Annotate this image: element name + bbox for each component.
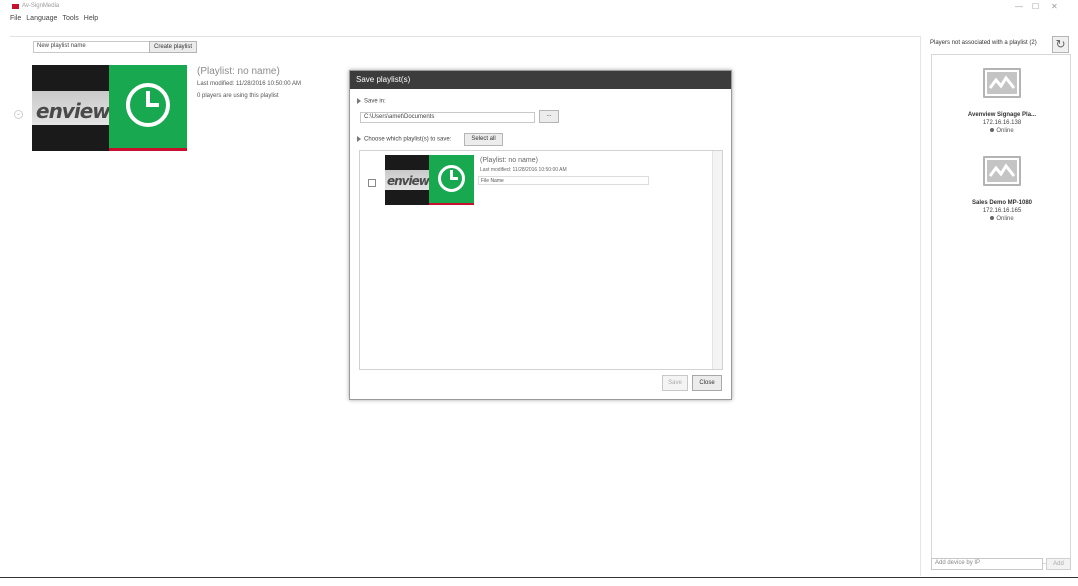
window-bottom-border xyxy=(0,577,1078,578)
status-dot-icon xyxy=(990,128,995,133)
player-item[interactable]: Sales Demo MP-1080 172.16.16.165 Online xyxy=(932,155,1072,255)
save-path-input[interactable]: C:\Users\amet\Documents xyxy=(360,112,535,123)
row-last-modified: Last modified: 11/28/2016 10:50:00 AM xyxy=(480,167,567,173)
create-playlist-button[interactable]: Create playlist xyxy=(149,41,197,53)
player-status: Online xyxy=(932,216,1072,222)
playlist-players-count: 0 players are using this playlist xyxy=(197,93,279,99)
expand-triangle-icon xyxy=(357,98,361,104)
add-device-ip-input[interactable]: Add device by IP xyxy=(931,558,1043,570)
choose-playlists-text: Choose which playlist(s) to save: xyxy=(364,136,452,143)
playlist-thumbnail[interactable]: enview xyxy=(32,65,187,151)
player-name: Avenview Signage Pla... xyxy=(967,112,1037,118)
status-dot-icon xyxy=(990,216,995,221)
app-title: Av-SignMedia xyxy=(22,3,60,9)
thumbnail-brand-text: enview xyxy=(36,99,111,123)
maximize-icon[interactable]: ☐ xyxy=(1032,2,1039,11)
media-player-icon xyxy=(983,68,1021,98)
menu-file[interactable]: File xyxy=(10,15,21,27)
player-ip: 172.16.16.138 xyxy=(982,120,1022,126)
playlist-select-list: enview (Playlist: no name) Last modified… xyxy=(359,150,723,370)
player-ip: 172.16.16.165 xyxy=(982,208,1022,214)
row-playlist-name: (Playlist: no name) xyxy=(480,157,538,164)
thumbnail-brand-text: enview xyxy=(387,174,430,188)
menu-language[interactable]: Language xyxy=(26,15,57,27)
choose-playlists-label[interactable]: Choose which playlist(s) to save: xyxy=(357,136,451,143)
close-dialog-button[interactable]: Close xyxy=(692,375,722,391)
close-window-icon[interactable]: ✕ xyxy=(1051,2,1058,11)
row-playlist-thumbnail: enview xyxy=(385,155,474,205)
select-all-button[interactable]: Select all xyxy=(464,133,503,146)
playlist-last-modified: Last modified: 11/28/2016 10:50:00 AM xyxy=(197,81,301,87)
save-in-label[interactable]: Save in: xyxy=(357,98,386,105)
media-player-icon xyxy=(983,156,1021,186)
player-status-text: Online xyxy=(996,216,1014,222)
file-name-input[interactable]: File Name xyxy=(478,176,649,185)
expand-chevron-icon[interactable]: ⌄ xyxy=(14,110,23,119)
players-list: Avenview Signage Pla... 172.16.16.138 On… xyxy=(931,54,1071,564)
save-playlists-dialog: Save playlist(s) Save in: C:\Users\amet\… xyxy=(349,70,732,400)
app-window: Av-SignMedia — ☐ ✕ File Language Tools H… xyxy=(0,0,1078,586)
minimize-icon[interactable]: — xyxy=(1015,2,1023,11)
clock-hand-icon xyxy=(146,103,159,107)
dialog-title: Save playlist(s) xyxy=(350,71,731,89)
new-playlist-name-input[interactable]: New playlist name xyxy=(33,41,154,53)
browse-button[interactable]: ... xyxy=(539,110,559,123)
player-name: Sales Demo MP-1080 xyxy=(971,200,1033,206)
title-bar: Av-SignMedia — ☐ ✕ xyxy=(0,0,1078,14)
menu-help[interactable]: Help xyxy=(84,15,98,27)
expand-triangle-icon xyxy=(357,136,361,142)
thumbnail-clock-panel xyxy=(429,155,474,205)
save-in-text: Save in: xyxy=(364,98,386,105)
playlist-name: (Playlist: no name) xyxy=(197,66,280,77)
player-status-text: Online xyxy=(996,128,1014,134)
player-status: Online xyxy=(932,128,1072,134)
player-item[interactable]: Avenview Signage Pla... 172.16.16.138 On… xyxy=(932,55,1072,155)
save-button[interactable]: Save xyxy=(662,375,688,391)
menu-tools[interactable]: Tools xyxy=(62,15,78,27)
unassigned-players-pane: Players not associated with a playlist (… xyxy=(926,36,1075,576)
add-device-button[interactable]: Add xyxy=(1046,558,1071,570)
clock-hand-icon xyxy=(450,177,458,180)
refresh-icon[interactable]: ↻ xyxy=(1052,36,1069,53)
playlist-row-checkbox[interactable] xyxy=(368,179,376,187)
list-scrollbar[interactable] xyxy=(712,151,722,369)
unassigned-players-header: Players not associated with a playlist (… xyxy=(930,40,1037,46)
menu-bar: File Language Tools Help xyxy=(10,15,98,27)
app-logo-icon xyxy=(12,4,19,9)
thumbnail-clock-panel xyxy=(109,65,187,151)
